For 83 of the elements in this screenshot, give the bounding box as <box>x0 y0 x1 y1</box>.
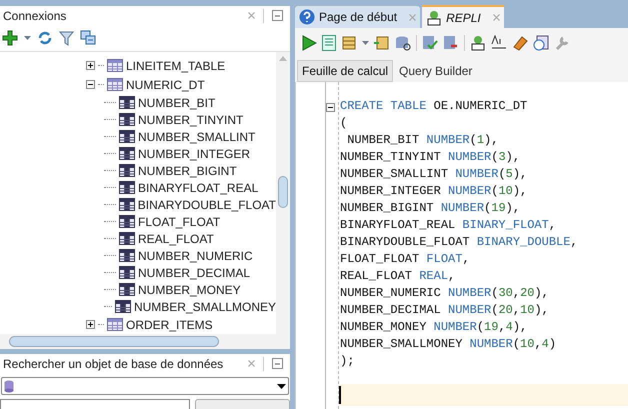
table-icon <box>119 232 135 245</box>
table-icon <box>114 300 131 313</box>
tree-item[interactable]: BINARYFLOAT_REAL <box>138 178 258 196</box>
filter-icon[interactable] <box>59 30 74 46</box>
editor-tab[interactable]: REPLI <box>422 5 504 28</box>
tree-item[interactable]: NUMBER_BIT <box>138 94 216 112</box>
dropdown-arrow-icon[interactable] <box>277 384 286 388</box>
code-line: BINARYFLOAT_REAL BINARY_FLOAT, <box>339 217 558 234</box>
code-line: NUMBER_TINYINT NUMBER(3), <box>339 149 522 166</box>
run-script-icon[interactable] <box>322 35 336 51</box>
table-icon <box>119 283 135 296</box>
tree-item[interactable]: ORDER_ITEMS <box>126 316 213 334</box>
horizontal-scrollbar[interactable] <box>0 334 290 349</box>
editor-tab[interactable]: Page de début <box>295 6 420 28</box>
fold-icon[interactable] <box>326 103 335 112</box>
code-line: CREATE TABLE OE.NUMERIC_DT <box>339 98 528 115</box>
tree-item[interactable]: FLOAT_FLOAT <box>138 212 220 230</box>
help-icon <box>299 9 315 25</box>
table-icon <box>119 249 135 262</box>
tree-item[interactable]: LINEITEM_TABLE <box>126 56 226 74</box>
minimize-icon[interactable] <box>272 10 283 21</box>
expand-icon[interactable] <box>86 320 95 329</box>
table-icon <box>119 130 135 143</box>
code-line: BINARYDOUBLE_FLOAT BINARY_DOUBLE, <box>339 234 579 251</box>
collapse-all-icon[interactable] <box>80 30 96 46</box>
sheet-tab[interactable]: Query Builder <box>393 60 478 82</box>
close-icon[interactable] <box>248 12 255 19</box>
scroll-thumb[interactable] <box>278 176 288 208</box>
code-line: FLOAT_FLOAT FLOAT, <box>339 251 471 268</box>
play-icon[interactable] <box>301 35 317 51</box>
table-icon <box>119 266 135 279</box>
sql-icon[interactable] <box>470 35 486 51</box>
tree-item[interactable]: NUMBER_NUMERIC <box>138 246 253 264</box>
tree-item[interactable]: NUMBER_MONEY <box>138 280 241 298</box>
panel-title: Connexions <box>3 8 68 24</box>
tree-item[interactable]: NUMBER_DECIMAL <box>138 264 250 282</box>
table-icon <box>107 78 123 91</box>
code-line: REAL_FLOAT REAL, <box>339 268 456 285</box>
sql-worksheet-icon <box>426 10 442 26</box>
tree-item[interactable]: NUMBER_TINYINT <box>138 110 244 128</box>
collapse-icon[interactable] <box>86 80 95 89</box>
rollback-icon[interactable] <box>443 35 459 51</box>
eraser-icon[interactable] <box>512 35 528 51</box>
tree-item[interactable]: NUMBER_INTEGER <box>138 144 250 162</box>
code-line: ( <box>339 115 348 132</box>
text-cursor <box>339 386 341 404</box>
tree-item[interactable]: BINARYDOUBLE_FLOAT <box>138 196 276 214</box>
tree-item[interactable]: NUMBER_SMALLINT <box>138 128 256 146</box>
code-line: NUMBER_MONEY NUMBER(19,4), <box>339 319 528 336</box>
tree-item[interactable]: NUMBER_BIGINT <box>138 162 237 180</box>
vertical-scrollbar[interactable] <box>276 52 290 334</box>
code-line: NUMBER_DECIMAL NUMBER(20,10), <box>339 302 550 319</box>
code-line: NUMBER_BIGINT NUMBER(19), <box>339 200 522 217</box>
close-icon[interactable] <box>248 360 255 367</box>
table-icon <box>119 147 135 160</box>
tree-item[interactable]: NUMERIC_DT <box>126 76 205 94</box>
code-line: ); <box>339 353 356 370</box>
table-icon <box>118 198 135 211</box>
table-icon <box>107 318 123 331</box>
code-line: NUMBER_INTEGER NUMBER(10), <box>339 183 528 200</box>
refresh-icon[interactable] <box>37 30 53 46</box>
tree-item[interactable]: REAL_FLOAT <box>138 230 214 248</box>
table-icon <box>119 181 135 194</box>
table-icon <box>119 96 135 109</box>
text-case-icon[interactable] <box>491 35 507 51</box>
table-icon <box>119 113 135 126</box>
code-line: NUMBER_SMALLINT NUMBER(5), <box>339 166 528 183</box>
sheet-tab[interactable]: Feuille de calcul <box>297 60 394 82</box>
code-line: NUMBER_NUMERIC NUMBER(30,20), <box>339 285 550 302</box>
table-icon <box>107 59 123 72</box>
table-icon <box>119 164 135 177</box>
database-search-icon[interactable] <box>395 35 411 51</box>
scroll-thumb[interactable] <box>9 336 219 347</box>
table-icon <box>119 215 135 228</box>
expand-icon[interactable] <box>86 61 95 70</box>
tree-item[interactable]: NUMBER_SMALLMONEY <box>134 298 276 316</box>
commit-icon[interactable] <box>422 35 438 51</box>
minimize-icon[interactable] <box>272 358 283 369</box>
code-line: NUMBER_BIT NUMBER(1), <box>346 132 500 149</box>
code-line: NUMBER_SMALLMONEY NUMBER(10,4) <box>339 336 558 353</box>
search-field[interactable] <box>0 399 190 409</box>
panel-title: Rechercher un objet de base de données <box>3 356 224 372</box>
add-icon[interactable] <box>2 30 18 46</box>
